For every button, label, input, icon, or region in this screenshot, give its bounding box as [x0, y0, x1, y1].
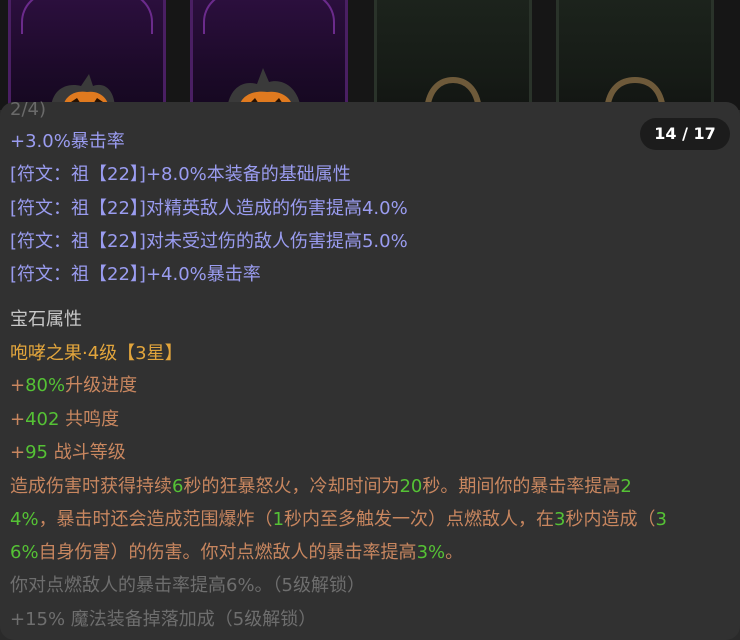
gem-name: 咆哮之果·4级【3星】	[10, 343, 183, 364]
gem-resonance: +402 共鸣度	[10, 409, 120, 430]
item-slot-2[interactable]	[190, 0, 348, 110]
item-tooltip-panel: 2/4) 14 / 17 +3.0%暴击率 [符文：祖【22】]+8.0%本装备…	[0, 99, 740, 640]
gem-upgrade-progress: +80%升级进度	[10, 375, 138, 396]
gem-battle-level: +95 战斗等级	[10, 442, 126, 463]
item-slot-4[interactable]	[556, 0, 714, 110]
gem-effect-line-3: 6%自身伤害）的伤害。你对点燃敌人的暴击率提高3%。	[10, 542, 464, 563]
stat-line: [符文：祖【22】]+4.0%暴击率	[10, 264, 261, 285]
gem-section-title: 宝石属性	[10, 309, 82, 330]
stat-line: [符文：祖【22】]对未受过伤的敌人伤害提高5.0%	[10, 231, 408, 252]
item-slot-3[interactable]	[374, 0, 532, 110]
item-slot-1[interactable]	[8, 0, 166, 110]
truncated-line: 2/4)	[10, 99, 46, 120]
page-indicator: 14 / 17	[640, 118, 730, 150]
stat-line: [符文：祖【22】]+8.0%本装备的基础属性	[10, 164, 351, 185]
item-thumbnail-strip	[0, 0, 740, 110]
stat-line: [符文：祖【22】]对精英敌人造成的伤害提高4.0%	[10, 198, 408, 219]
stat-line: +3.0%暴击率	[10, 131, 125, 152]
locked-bonus: 你对点燃敌人的暴击率提高6%。（5级解锁）	[10, 575, 366, 596]
locked-bonus: +15% 魔法装备掉落加成（5级解锁）	[10, 609, 317, 630]
gem-effect-line-1: 造成伤害时获得持续6秒的狂暴怒火，冷却时间为20秒。期间你的暴击率提高2	[10, 476, 632, 497]
gem-effect-line-2: 4%，暴击时还会造成范围爆炸（1秒内至多触发一次）点燃敌人，在3秒内造成（3	[10, 509, 667, 530]
